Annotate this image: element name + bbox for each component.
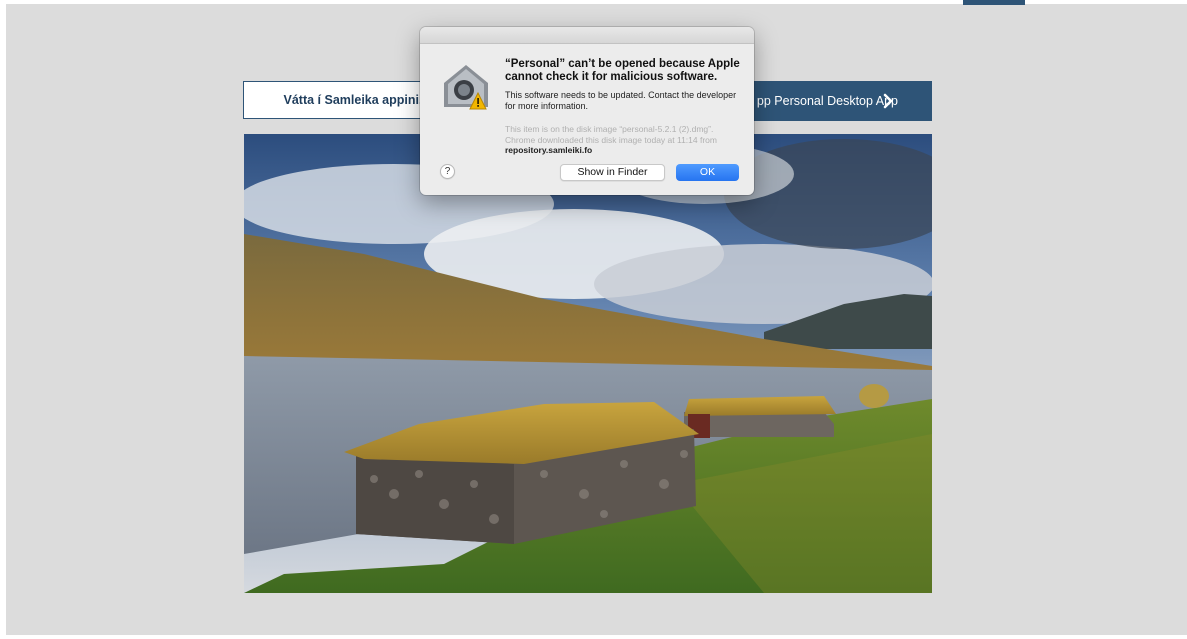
header-accent-bar: [963, 0, 1025, 5]
show-in-finder-button[interactable]: Show in Finder: [560, 164, 665, 181]
help-button[interactable]: ?: [440, 164, 455, 179]
verify-in-app-label: Vátta í Samleika appini,: [283, 93, 423, 107]
dialog-title: “Personal” can’t be opened because Apple…: [505, 58, 740, 83]
dialog-message: This software needs to be updated. Conta…: [505, 90, 737, 111]
dialog-titlebar: [420, 27, 754, 44]
gatekeeper-warning-icon: [444, 65, 488, 110]
chevron-right-icon: [883, 93, 893, 109]
gatekeeper-dialog: “Personal” can’t be opened because Apple…: [420, 27, 754, 195]
ok-button[interactable]: OK: [676, 164, 739, 181]
landscape-image: [244, 134, 932, 593]
dialog-info-text: This item is on the disk image “personal…: [505, 124, 717, 145]
dialog-source-info: This item is on the disk image “personal…: [505, 124, 745, 156]
desktop-app-label: pp Personal Desktop App: [756, 94, 898, 108]
dialog-info-source: repository.samleiki.fo: [505, 145, 593, 155]
